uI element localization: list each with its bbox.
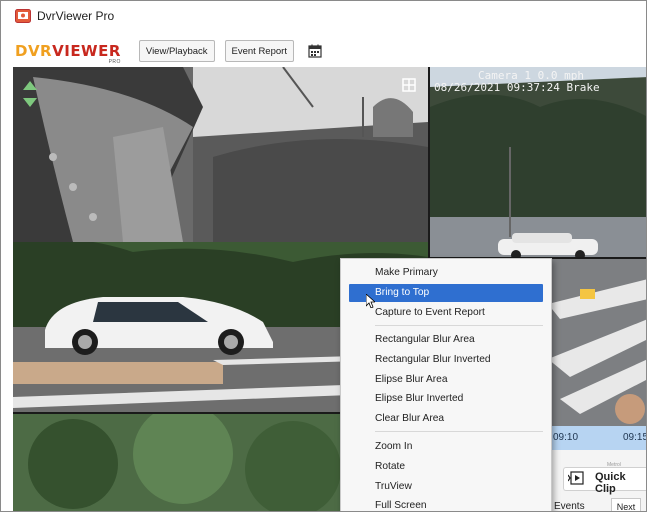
menu-separator	[375, 325, 543, 326]
camera-feed-image	[430, 67, 646, 257]
ptz-arrows-icon[interactable]	[23, 81, 37, 107]
dvrviewer-logo: DVRVIEWER PRO	[15, 41, 121, 64]
logo-viewer-text: VIEWER	[52, 41, 121, 60]
event-report-button[interactable]: Event Report	[224, 40, 294, 62]
menu-item-capture-to-event-report[interactable]: Capture to Event Report	[375, 304, 485, 322]
camera-view-top-right[interactable]: Camera 1 0.0 mph 08/26/2021 09:37:24 Bra…	[430, 67, 646, 257]
view-playback-button[interactable]: View/Playback	[138, 40, 215, 62]
grid-layout-icon[interactable]	[402, 78, 416, 92]
quick-clip-label: Quick Clip	[595, 471, 626, 495]
mouse-cursor-icon	[366, 294, 375, 308]
menu-separator	[375, 431, 543, 432]
menu-item-elipse-blur-area[interactable]: Elipse Blur Area	[375, 371, 447, 389]
calendar-icon[interactable]	[308, 44, 322, 58]
title-bar: DvrViewer Pro	[1, 1, 646, 31]
app-window: DvrViewer Pro DVRVIEWER PRO View/Playbac…	[0, 0, 647, 512]
events-tab[interactable]: Events	[554, 501, 585, 511]
logo-dvr-text: DVR	[15, 41, 53, 60]
menu-item-rectangular-blur-area[interactable]: Rectangular Blur Area	[375, 331, 475, 349]
camera-osd-line2: 08/26/2021 09:37:24 Brake	[434, 81, 600, 94]
camera-feed-image	[13, 67, 428, 242]
menu-item-bring-to-top[interactable]: Bring to Top	[349, 284, 543, 302]
menu-item-full-screen[interactable]: Full Screen	[375, 497, 427, 511]
next-button[interactable]: Next	[611, 498, 641, 511]
app-icon	[15, 9, 31, 23]
menu-item-truview[interactable]: TruView	[375, 478, 412, 496]
logo-sub-text: PRO	[108, 58, 121, 65]
menu-item-elipse-blur-inverted[interactable]: Elipse Blur Inverted	[375, 390, 463, 408]
timeline-tick: 09:15	[623, 432, 647, 443]
quick-clip-meta: Metrol	[607, 462, 621, 468]
menu-item-rotate[interactable]: Rotate	[375, 458, 405, 476]
menu-item-zoom-in[interactable]: Zoom In	[375, 438, 412, 456]
toolbar: DVRVIEWER PRO View/Playback Event Report	[1, 37, 646, 65]
menu-item-make-primary[interactable]: Make Primary	[375, 264, 438, 282]
timeline-tick: 09:10	[553, 432, 579, 443]
camera-view-top-left[interactable]	[13, 67, 428, 242]
quick-clip-icon	[568, 471, 584, 485]
window-title: DvrViewer Pro	[37, 9, 115, 23]
menu-item-clear-blur-area[interactable]: Clear Blur Area	[375, 410, 444, 428]
timeline-bar[interactable]: 09:10 09:15	[549, 426, 647, 450]
menu-item-rectangular-blur-inverted[interactable]: Rectangular Blur Inverted	[375, 351, 491, 369]
